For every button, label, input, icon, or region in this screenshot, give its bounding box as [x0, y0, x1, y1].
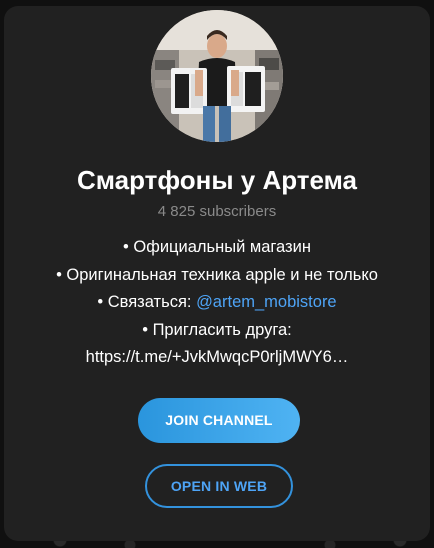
join-channel-button[interactable]: JOIN CHANNEL	[138, 398, 300, 443]
contact-label: • Связаться:	[97, 293, 197, 311]
channel-title: Смартфоны у Артема	[76, 165, 358, 195]
invite-link[interactable]: https://t.me/+JvkMwqcP0rljMWY6…	[4, 344, 430, 372]
contact-username-link[interactable]: @artem_mobistore	[196, 293, 337, 311]
channel-card: Смартфоны у Артема 4 825 subscribers • О…	[4, 6, 430, 541]
description-line-1: • Официальный магазин	[123, 238, 311, 256]
open-in-web-button[interactable]: OPEN IN WEB	[145, 464, 293, 508]
channel-avatar	[151, 10, 283, 142]
description-line-4: • Пригласить друга:	[142, 320, 292, 339]
page-background: Смартфоны у Артема 4 825 subscribers • О…	[0, 0, 434, 548]
description-line-3: • Связаться: @artem_mobistore	[4, 289, 430, 317]
subscriber-count: 4 825 subscribers	[157, 203, 277, 220]
channel-description: • Официальный магазин • Оригинальная тех…	[4, 234, 430, 372]
description-line-2: • Оригинальная техника apple и не только	[56, 265, 378, 284]
